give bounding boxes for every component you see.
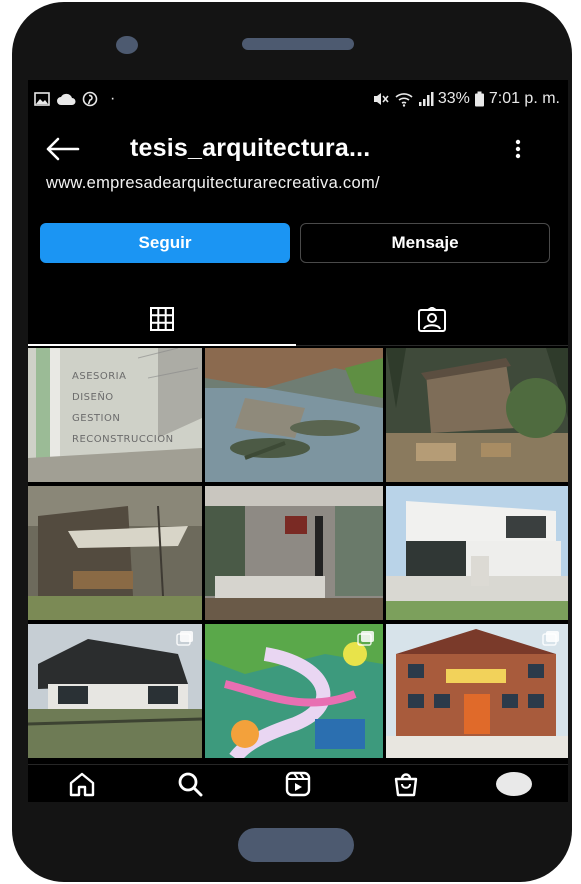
status-left: ·	[34, 90, 115, 108]
battery-percent: 33%	[437, 90, 470, 107]
pinterest-notification-icon	[82, 91, 98, 107]
status-dot: ·	[110, 90, 116, 107]
profile-avatar	[496, 771, 532, 796]
tagged-person-icon	[418, 306, 446, 332]
post-description-text: ASESORIA DISEÑO GESTION RECONSTRUCCION	[72, 366, 174, 450]
more-options-button[interactable]	[508, 134, 528, 164]
multiple-photos-icon	[542, 630, 560, 646]
post-text-line: RECONSTRUCCION	[72, 434, 174, 445]
multiple-photos-icon	[357, 630, 375, 646]
back-button[interactable]	[44, 134, 82, 164]
post-thumbnail[interactable]	[205, 348, 383, 482]
bottom-navigation	[28, 764, 568, 802]
nav-shop[interactable]	[376, 765, 436, 803]
post-thumbnail[interactable]	[386, 348, 568, 482]
post-thumbnail[interactable]	[28, 624, 202, 758]
post-text-line: GESTION	[72, 413, 121, 424]
post-thumbnail[interactable]	[386, 624, 568, 758]
reels-icon	[285, 771, 311, 796]
post-thumbnail[interactable]	[205, 486, 383, 620]
follow-button[interactable]: Seguir	[40, 223, 290, 263]
home-icon	[69, 772, 95, 796]
tab-tagged[interactable]	[296, 294, 568, 346]
message-button[interactable]: Mensaje	[300, 223, 550, 263]
phone-screen: · 33% 7:01 p. m. tesis_arquitectura... w…	[28, 80, 568, 802]
wifi-icon	[394, 91, 414, 107]
front-camera	[116, 36, 138, 54]
tab-posts-grid[interactable]	[28, 294, 296, 346]
posts-grid: ASESORIA DISEÑO GESTION RECONSTRUCCION	[28, 348, 568, 758]
profile-username: tesis_arquitectura...	[130, 134, 371, 162]
mute-icon	[372, 91, 390, 107]
phone-speaker	[242, 38, 354, 50]
profile-tabs	[28, 294, 568, 346]
nav-reels[interactable]	[268, 765, 328, 803]
back-arrow-icon	[46, 137, 80, 161]
battery-icon	[474, 91, 485, 107]
multiple-photos-icon	[176, 630, 194, 646]
post-thumbnail[interactable]	[205, 624, 383, 758]
shop-icon	[394, 772, 418, 796]
more-vertical-icon	[515, 139, 521, 159]
signal-icon	[418, 91, 434, 107]
status-bar: · 33% 7:01 p. m.	[28, 80, 568, 118]
nav-profile[interactable]	[484, 765, 544, 803]
gallery-notification-icon	[34, 92, 50, 106]
profile-website-link[interactable]: www.empresadearquitecturarecreativa.com/	[46, 174, 380, 193]
search-icon	[178, 772, 203, 796]
grid-icon	[150, 307, 174, 331]
phone-home-button[interactable]	[238, 828, 354, 862]
nav-home[interactable]	[52, 765, 112, 803]
nav-search[interactable]	[160, 765, 220, 803]
post-text-line: DISEÑO	[72, 392, 114, 403]
post-thumbnail[interactable]	[386, 486, 568, 620]
cloud-notification-icon	[56, 93, 76, 106]
status-right: 33% 7:01 p. m.	[372, 90, 560, 108]
post-thumbnail[interactable]: ASESORIA DISEÑO GESTION RECONSTRUCCION	[28, 348, 202, 482]
profile-header: tesis_arquitectura...	[28, 124, 568, 174]
clock: 7:01 p. m.	[488, 90, 560, 107]
post-text-line: ASESORIA	[72, 371, 127, 382]
post-thumbnail[interactable]	[28, 486, 202, 620]
